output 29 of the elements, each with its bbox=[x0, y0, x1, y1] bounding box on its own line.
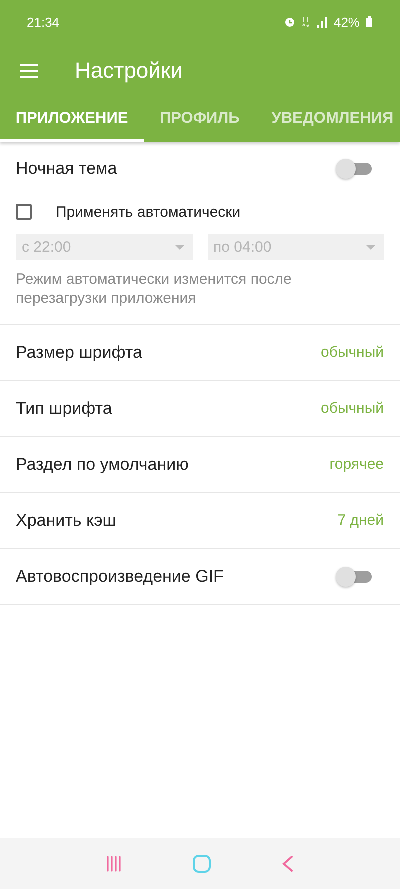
setting-label[interactable]: Тип шрифта bbox=[16, 398, 112, 418]
tab[interactable]: ПРОФИЛЬ bbox=[144, 98, 256, 142]
setting-label[interactable]: Хранить кэш bbox=[16, 510, 116, 530]
screen-title: Настройки bbox=[75, 58, 183, 84]
toggle-switch[interactable] bbox=[336, 158, 372, 180]
checkbox-label: Применять автоматически bbox=[56, 204, 241, 220]
checkbox[interactable] bbox=[16, 204, 32, 220]
setting-value[interactable]: 7 дней bbox=[338, 512, 384, 529]
setting-label: Ночная тема bbox=[16, 159, 118, 179]
setting-label[interactable]: Размер шрифта bbox=[16, 342, 142, 362]
tab[interactable]: УВЕДОМЛЕНИЯ bbox=[256, 98, 400, 142]
recent-apps-icon[interactable] bbox=[104, 854, 123, 872]
data-icon bbox=[302, 16, 310, 28]
signal-icon bbox=[316, 16, 328, 28]
setting-value[interactable]: обычный bbox=[321, 344, 384, 361]
battery-level: 42% bbox=[334, 14, 360, 30]
status-time: 21:34 bbox=[27, 14, 61, 30]
tab[interactable]: ПРИЛОЖЕНИЕ bbox=[0, 98, 144, 142]
hint-text: Режим автоматически изменится после перезагрузки приложения bbox=[0, 260, 400, 325]
home-icon[interactable] bbox=[192, 854, 212, 874]
setting-value[interactable]: горячее bbox=[330, 456, 384, 473]
battery-icon bbox=[366, 16, 373, 28]
setting-value[interactable]: обычный bbox=[321, 400, 384, 417]
menu-icon[interactable] bbox=[20, 64, 38, 78]
setting-label[interactable]: Автовоспроизведение GIF bbox=[16, 566, 224, 586]
toggle-switch[interactable] bbox=[336, 566, 372, 588]
back-icon[interactable] bbox=[281, 854, 296, 872]
alarm-icon bbox=[284, 16, 296, 28]
setting-label[interactable]: Раздел по умолчанию bbox=[16, 454, 189, 474]
